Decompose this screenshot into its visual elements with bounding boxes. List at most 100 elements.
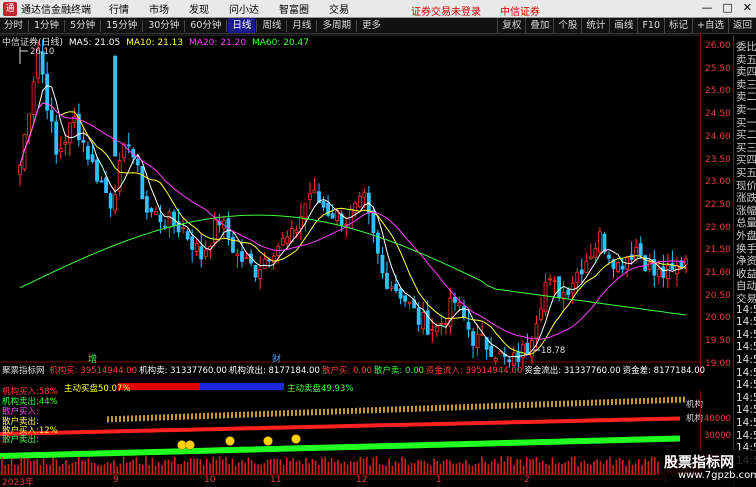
price-tick: 19.50 xyxy=(705,336,731,347)
candle-down xyxy=(462,306,466,319)
high-price-label: 26.10 xyxy=(30,47,54,57)
candle-up xyxy=(548,278,552,281)
candle-up xyxy=(271,255,276,264)
candle-down xyxy=(135,159,140,166)
candle-down xyxy=(607,254,611,259)
quote-field: 14:5 xyxy=(736,341,756,354)
candle-down xyxy=(95,159,99,182)
quote-field: 14:5 xyxy=(736,429,756,442)
price-tick: 24.00 xyxy=(705,131,731,142)
candle-up xyxy=(439,322,444,325)
candle-up xyxy=(598,231,602,253)
watermark-title: 股票指标网 xyxy=(664,455,734,471)
candle-down xyxy=(629,254,634,260)
price-tick: 22.00 xyxy=(705,222,731,233)
retail-sell-label: 散户卖出: xyxy=(2,435,39,445)
candle-up xyxy=(588,256,593,259)
price-tick: 25.00 xyxy=(705,86,731,97)
candle-down xyxy=(90,154,95,162)
candle-down xyxy=(81,139,86,143)
candle-down xyxy=(453,296,457,303)
kline-chart[interactable]: 26.1018.78增财 xyxy=(0,0,700,487)
watermark-url: www.7gpzb.com xyxy=(678,470,756,481)
candle-up xyxy=(348,209,353,229)
candle-up xyxy=(534,323,539,339)
candle-up xyxy=(194,243,199,252)
quote-info-panel: 委比 卖五 卖四 卖三 卖二 卖一 买一 买二 买三 买四 买五 现价 涨跌 涨幅 总量 外盘 换手 净资 收益 自动… xyxy=(733,35,756,487)
candle-down xyxy=(163,225,167,228)
indicator-name: 聚票指标网 xyxy=(2,366,45,376)
candle-up xyxy=(294,229,299,233)
candle-up xyxy=(647,261,652,270)
candle-up xyxy=(493,358,498,362)
candle-up xyxy=(353,202,358,214)
candle-up xyxy=(285,236,290,244)
candle-down xyxy=(86,146,90,160)
minimize-icon[interactable]: — xyxy=(701,1,712,14)
candle-down xyxy=(49,110,54,122)
quote-field: 14:5 xyxy=(736,366,756,379)
time-tick: 10 xyxy=(204,475,216,485)
candle-up xyxy=(244,257,249,259)
quote-field: 14:5 xyxy=(736,316,756,329)
low-price-label: 18.78 xyxy=(541,346,565,356)
time-tick: 9 xyxy=(113,475,119,485)
indicator-value-0: 机构买: 39514944.00 xyxy=(49,366,138,376)
candle-down xyxy=(240,251,244,262)
active-sell-bar xyxy=(200,383,284,390)
time-tick: 12 xyxy=(356,475,368,485)
candle-down xyxy=(638,243,643,256)
price-tick: 21.00 xyxy=(705,268,731,278)
candle-up xyxy=(63,141,68,145)
back-button[interactable]: 返回 xyxy=(727,18,756,33)
candle-down xyxy=(466,321,471,330)
candle-down xyxy=(108,193,113,209)
candle-down xyxy=(144,196,149,213)
indicator-value-5: 资金流入: 39514944.00 xyxy=(425,366,523,376)
candle-down xyxy=(416,307,421,325)
smiley-icon xyxy=(263,436,273,446)
candle-spike xyxy=(113,55,118,157)
ma5-line xyxy=(19,85,687,358)
candle-up xyxy=(312,189,317,194)
time-tick: 2023年 xyxy=(2,478,34,487)
candle-down xyxy=(557,276,562,298)
price-tick: 21.50 xyxy=(705,245,731,256)
inst-buy-band xyxy=(0,416,681,436)
candle-up xyxy=(457,302,462,307)
candle-up xyxy=(552,280,557,283)
candle-up xyxy=(27,113,31,137)
candle-down xyxy=(661,266,666,278)
candle-up xyxy=(280,238,285,246)
candle-down xyxy=(104,177,108,194)
indicator-value-1: 机构卖: 31337760.00 xyxy=(139,366,227,376)
candle-up xyxy=(634,246,639,260)
price-tick: 22.50 xyxy=(705,199,731,210)
candle-down xyxy=(149,208,154,213)
active-buy-label: 主动买盘50.07% xyxy=(64,384,131,394)
indicator-legend: 聚票指标网 机构买: 39514944.00 机构卖: 31337760.00 机构… xyxy=(2,364,707,376)
smiley-icon xyxy=(177,440,187,450)
candle-up xyxy=(570,282,575,294)
price-axis: 26.00 25.50 25.00 24.50 24.00 23.50 23.00 22.50… xyxy=(700,35,733,375)
quote-field: 14:5 xyxy=(736,391,756,404)
candle-up xyxy=(235,253,240,256)
candle-up xyxy=(656,268,661,277)
ma60-label: MA60: 20.47 xyxy=(251,38,309,48)
candle-down xyxy=(190,236,195,250)
quote-field: 14:5 xyxy=(736,328,756,341)
candle-up xyxy=(167,211,172,229)
candle-down xyxy=(471,331,475,346)
ma10-label: MA10: 21.13 xyxy=(126,38,184,48)
candle-up xyxy=(430,328,435,331)
candle-down xyxy=(253,264,258,278)
indicator-tick: 40000 xyxy=(704,414,732,424)
close-icon[interactable]: ✕ xyxy=(743,1,752,14)
maximize-icon[interactable]: □ xyxy=(722,1,732,14)
candle-down xyxy=(489,345,494,357)
stock-name-label: 中信证券(日线) xyxy=(2,38,64,48)
candle-up xyxy=(539,308,543,320)
indicator-value-2: 机构流出: 8177184.00 xyxy=(228,366,320,376)
candle-up xyxy=(593,248,598,258)
candle-up xyxy=(262,258,267,269)
